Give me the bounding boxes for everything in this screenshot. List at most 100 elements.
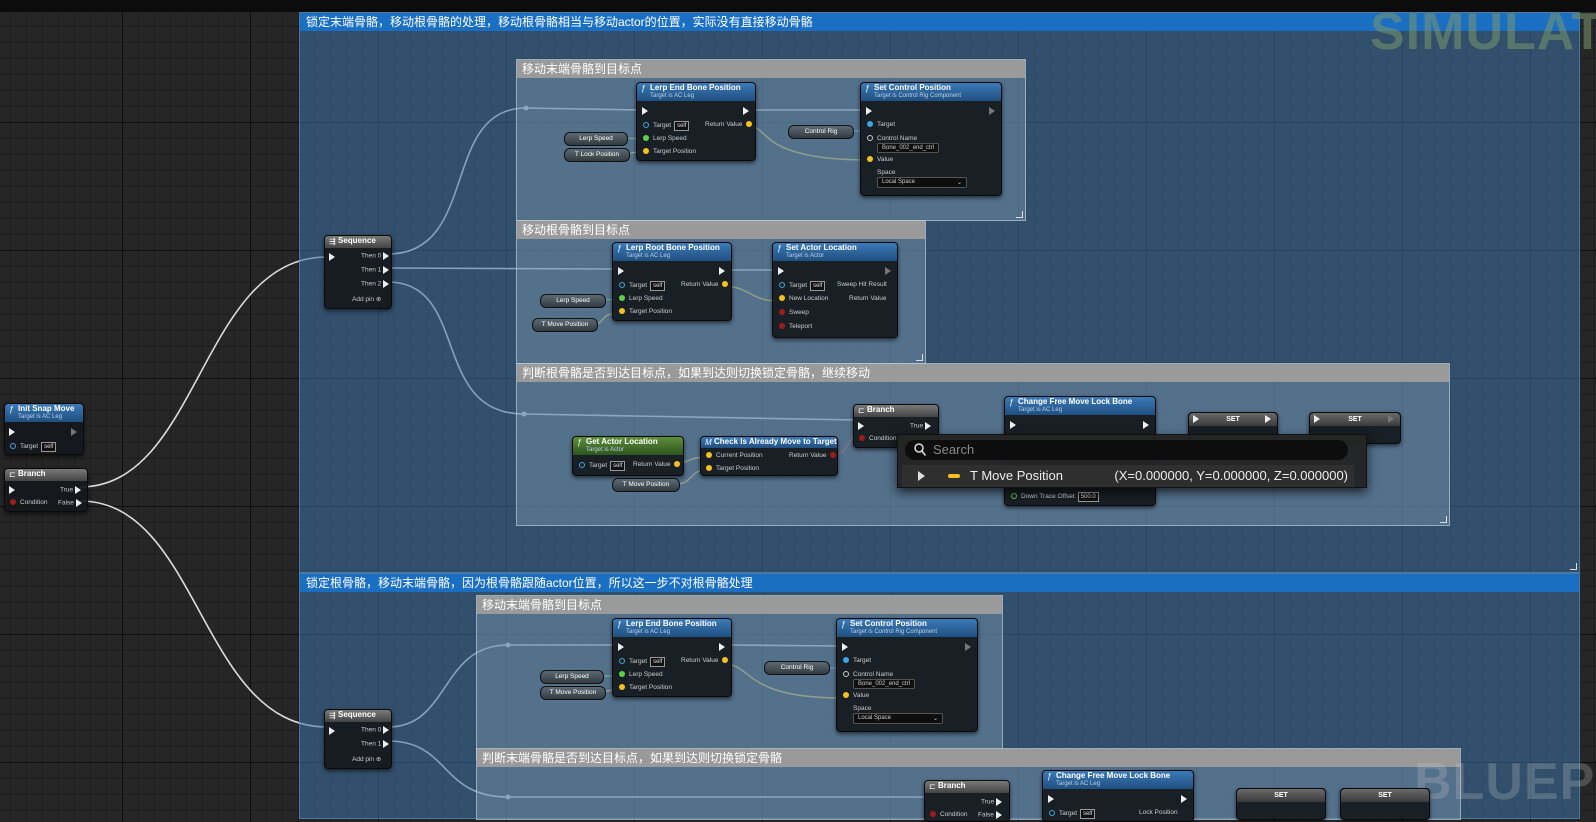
comment-title[interactable]: 判断根骨骼是否到达目标点，如果到达则切换锁定骨骼，继续移动	[517, 364, 1449, 382]
value-pin[interactable]: Value	[843, 692, 869, 700]
return-value-pin[interactable]: Return Value	[789, 452, 837, 460]
exec-in-pin[interactable]	[618, 643, 624, 652]
condition-pin[interactable]: Condition	[10, 499, 47, 507]
exec-out-pin[interactable]	[965, 643, 971, 652]
exec-out-pin[interactable]	[1265, 415, 1271, 424]
control-rig-variable[interactable]: Control Rig	[788, 125, 854, 139]
exec-out-pin[interactable]	[989, 107, 995, 116]
down-trace-offset-field[interactable]: 500.0	[1077, 492, 1099, 502]
target-pin[interactable]: Target self	[779, 281, 826, 291]
then2-pin[interactable]: Then 2	[361, 280, 390, 289]
node-get-actor-location[interactable]: ƒ Get Actor Location Target is Actor Tar…	[572, 436, 684, 476]
space-dropdown[interactable]: Local Space ⌄	[877, 177, 967, 188]
exec-in-pin[interactable]	[1314, 415, 1320, 424]
target-pin[interactable]: Target	[867, 121, 895, 129]
node-set[interactable]: SET	[1236, 788, 1326, 820]
exec-out-pin[interactable]	[71, 428, 77, 437]
comment-resize-handle[interactable]	[1016, 211, 1023, 218]
target-pin[interactable]: Target self	[619, 657, 666, 667]
then1-pin[interactable]: Then 1	[361, 266, 390, 275]
exec-out-pin[interactable]	[719, 267, 725, 276]
t-move-position-variable[interactable]: T Move Position	[532, 318, 598, 332]
add-pin-button[interactable]: Add pin ⊕	[352, 756, 381, 764]
add-pin-button[interactable]: Add pin ⊕	[352, 296, 381, 304]
target-position-pin[interactable]: Target Position	[619, 308, 672, 316]
target-pin[interactable]: Target self	[10, 442, 57, 452]
target-pin[interactable]: Target self	[619, 281, 666, 291]
exec-out-pin[interactable]	[743, 107, 749, 116]
node-init-snap-move[interactable]: ƒ Init Snap Move Target is AC Leg Target…	[4, 403, 84, 455]
current-position-pin[interactable]: Current Position	[706, 452, 763, 460]
comment-title[interactable]: 判断末端骨骼是否到达目标点，如果到达则切换锁定骨骼	[477, 749, 1460, 767]
condition-pin[interactable]: Condition	[859, 435, 896, 443]
lerp-speed-pin[interactable]: Lerp Speed	[619, 671, 663, 679]
exec-in-pin[interactable]	[642, 107, 648, 116]
then0-pin[interactable]: Then 0	[361, 726, 390, 735]
t-lock-position-variable[interactable]: T Lock Position	[564, 148, 630, 162]
true-pin[interactable]: True	[981, 798, 1002, 807]
node-change-free-move-lock-bone[interactable]: ƒ Change Free Move Lock Bone Target is A…	[1042, 770, 1194, 822]
comment-resize-handle[interactable]	[1570, 563, 1577, 570]
control-name-pin[interactable]: Control Name	[843, 671, 893, 679]
true-pin[interactable]: True	[60, 486, 81, 495]
control-rig-variable[interactable]: Control Rig	[764, 661, 830, 675]
exec-in-pin[interactable]	[618, 267, 624, 276]
exec-out-pin[interactable]	[885, 267, 891, 276]
node-set-control-position[interactable]: ƒ Set Control Position Target is Control…	[836, 618, 978, 732]
node-check-already-move[interactable]: M Check Is Already Move to Target Current…	[700, 436, 838, 476]
new-location-pin[interactable]: New Location	[779, 295, 828, 303]
exec-out-pin[interactable]	[1388, 415, 1394, 424]
return-value-pin[interactable]: Return Value	[681, 657, 729, 665]
target-position-pin[interactable]: Target Position	[619, 684, 672, 692]
return-value-pin[interactable]: Return Value	[849, 295, 886, 303]
control-name-pin[interactable]: Control Name	[867, 135, 917, 143]
down-trace-offset-pin[interactable]: Down Trace Offset 500.0	[1011, 492, 1099, 502]
exec-in-pin[interactable]	[858, 422, 864, 431]
lerp-speed-variable[interactable]: Lerp Speed	[564, 132, 628, 146]
node-set-actor-location[interactable]: ƒ Set Actor Location Target is Actor Tar…	[772, 242, 898, 338]
exec-in-pin[interactable]	[329, 727, 335, 736]
target-pin[interactable]: Target	[843, 657, 871, 665]
t-move-position-variable[interactable]: T Move Position	[540, 686, 606, 700]
exec-out-pin[interactable]	[719, 643, 725, 652]
comment-title[interactable]: 移动末端骨骼到目标点	[477, 596, 1002, 614]
control-name-field[interactable]: Bone_002_end_ctrl	[877, 143, 940, 153]
lerp-speed-pin[interactable]: Lerp Speed	[643, 135, 687, 143]
lerp-speed-variable[interactable]: Lerp Speed	[540, 670, 604, 684]
node-sequence[interactable]: ⇶ Sequence Then 0 Then 1 Then 2 Add pin ⊕	[324, 235, 392, 309]
target-position-pin[interactable]: Target Position	[643, 148, 696, 156]
lerp-speed-pin[interactable]: Lerp Speed	[619, 295, 663, 303]
exec-in-pin[interactable]	[329, 253, 335, 262]
search-result-item[interactable]: T Move Position (X=0.000000, Y=0.000000,…	[902, 465, 1354, 487]
node-lerp-end-bone-position[interactable]: ƒ Lerp End Bone Position Target is AC Le…	[636, 82, 756, 161]
false-pin[interactable]: False	[58, 499, 82, 508]
exec-in-pin[interactable]	[1193, 415, 1199, 424]
exec-in-pin[interactable]	[9, 428, 15, 437]
exec-in-pin[interactable]	[866, 107, 872, 116]
lock-position-pin[interactable]: Lock Position	[1139, 809, 1178, 817]
node-sequence[interactable]: ⇶ Sequence Then 0 Then 1 Add pin ⊕	[324, 709, 392, 769]
target-position-pin[interactable]: Target Position	[706, 465, 759, 473]
t-move-position-variable[interactable]: T Move Position	[612, 478, 680, 492]
comment-title[interactable]: 锁定根骨骼，移动末端骨骼，因为根骨骼跟随actor位置，所以这一步不对根骨骼处理	[300, 574, 1579, 592]
target-pin[interactable]: Target self	[643, 121, 690, 131]
exec-in-pin[interactable]	[778, 267, 784, 276]
comment-resize-handle[interactable]	[916, 354, 923, 361]
true-pin[interactable]: True	[910, 422, 931, 431]
space-dropdown[interactable]: Local Space ⌄	[853, 713, 943, 724]
value-pin[interactable]: Value	[867, 156, 893, 164]
lerp-speed-variable[interactable]: Lerp Speed	[540, 294, 606, 308]
node-branch[interactable]: ⊏ Branch True Condition False	[4, 468, 88, 512]
node-set-control-position[interactable]: ƒ Set Control Position Target is Control…	[860, 82, 1002, 196]
comment-title[interactable]: 移动末端骨骼到目标点	[517, 60, 1025, 78]
node-lerp-end-bone-position[interactable]: ƒ Lerp End Bone Position Target is AC Le…	[612, 618, 732, 697]
sweep-pin[interactable]: Sweep	[779, 309, 809, 317]
then1-pin[interactable]: Then 1	[361, 740, 390, 749]
return-value-pin[interactable]: Return Value	[633, 461, 681, 469]
return-value-pin[interactable]: Return Value	[705, 121, 753, 129]
search-input[interactable]: Search	[905, 440, 1348, 460]
exec-out-pin[interactable]	[1143, 421, 1149, 430]
return-value-pin[interactable]: Return Value	[681, 281, 729, 289]
exec-in-pin[interactable]	[1010, 421, 1016, 430]
false-pin[interactable]: False	[978, 811, 1002, 820]
